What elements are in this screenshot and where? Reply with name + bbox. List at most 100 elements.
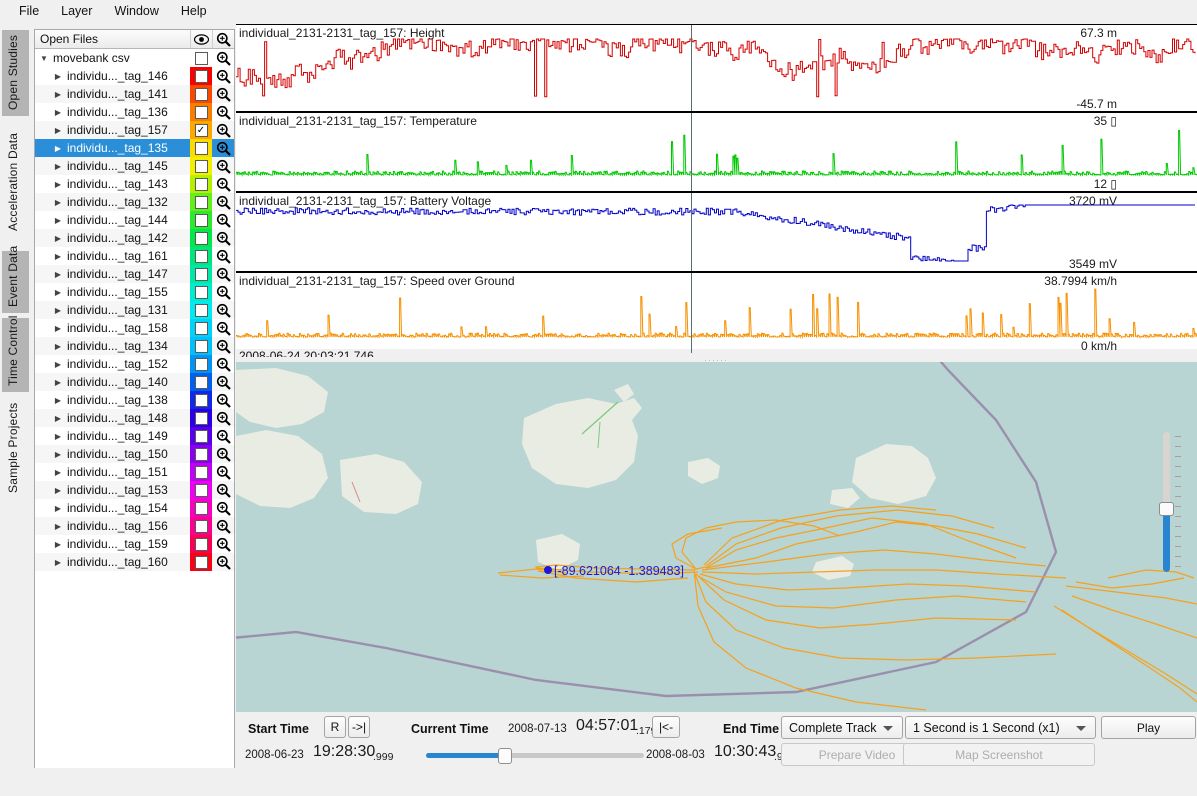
color-swatch[interactable]: [190, 85, 212, 103]
expand-triangle-icon[interactable]: ▶: [49, 324, 67, 333]
expand-triangle-icon[interactable]: ▶: [49, 504, 67, 513]
expand-triangle-icon[interactable]: ▶: [49, 468, 67, 477]
tree-item-row[interactable]: ▶individu..._tag_147: [35, 265, 234, 283]
open-files-tree[interactable]: ▼movebank csv▶individu..._tag_146▶indivi…: [35, 49, 234, 768]
zoom-to-row-icon[interactable]: [212, 445, 234, 463]
zoom-to-row-icon[interactable]: [212, 121, 234, 139]
zoom-to-row-icon[interactable]: [212, 193, 234, 211]
visibility-checkbox[interactable]: [195, 286, 208, 299]
menu-item-layer[interactable]: Layer: [50, 2, 103, 20]
tree-item-row[interactable]: ▶individu..._tag_160: [35, 553, 234, 571]
vertical-tab-sample-projects[interactable]: Sample Projects: [2, 396, 29, 500]
color-swatch[interactable]: [190, 553, 212, 571]
color-swatch[interactable]: [190, 517, 212, 535]
zoom-to-row-icon[interactable]: [212, 103, 234, 121]
menu-item-window[interactable]: Window: [103, 2, 169, 20]
visibility-checkbox[interactable]: [195, 250, 208, 263]
visibility-checkbox[interactable]: [195, 160, 208, 173]
chart-panel-speed-over-ground[interactable]: individual_2131-2131_tag_157: Speed over…: [236, 272, 1197, 354]
expand-triangle-icon[interactable]: ▶: [49, 378, 67, 387]
chart-time-cursor[interactable]: [691, 113, 692, 191]
color-swatch[interactable]: [190, 409, 212, 427]
color-swatch[interactable]: [190, 211, 212, 229]
color-swatch[interactable]: [190, 247, 212, 265]
visibility-checkbox[interactable]: [195, 214, 208, 227]
chart-panel-temperature[interactable]: individual_2131-2131_tag_157: Temperatur…: [236, 112, 1197, 192]
tree-item-row[interactable]: ▶individu..._tag_151: [35, 463, 234, 481]
color-swatch[interactable]: [190, 319, 212, 337]
color-swatch[interactable]: [190, 193, 212, 211]
zoom-to-row-icon[interactable]: [212, 247, 234, 265]
expand-triangle-icon[interactable]: ▶: [49, 414, 67, 423]
zoom-to-row-icon[interactable]: [212, 355, 234, 373]
visibility-checkbox[interactable]: [195, 178, 208, 191]
tree-root-row[interactable]: ▼movebank csv: [35, 49, 234, 67]
color-swatch[interactable]: [190, 535, 212, 553]
color-swatch[interactable]: ✓: [190, 121, 212, 139]
tree-item-row[interactable]: ▶individu..._tag_141: [35, 85, 234, 103]
visibility-checkbox[interactable]: [195, 142, 208, 155]
tree-item-row[interactable]: ▶individu..._tag_159: [35, 535, 234, 553]
color-swatch[interactable]: [190, 427, 212, 445]
tree-item-row[interactable]: ▶individu..._tag_144: [35, 211, 234, 229]
tree-item-row[interactable]: ▶individu..._tag_148: [35, 409, 234, 427]
color-swatch[interactable]: [190, 139, 212, 157]
visibility-checkbox[interactable]: [195, 412, 208, 425]
map-screenshot-button[interactable]: Map Screenshot: [903, 743, 1095, 766]
expand-triangle-icon[interactable]: ▶: [49, 558, 67, 567]
expand-triangle-icon[interactable]: ▶: [49, 360, 67, 369]
tree-item-row[interactable]: ▶individu..._tag_150: [35, 445, 234, 463]
tree-item-row[interactable]: ▶individu..._tag_135: [35, 139, 234, 157]
zoom-to-row-icon[interactable]: [212, 373, 234, 391]
vertical-tab-event-data[interactable]: Event Data: [2, 251, 29, 313]
color-swatch[interactable]: [190, 355, 212, 373]
chart-time-cursor[interactable]: [691, 273, 692, 353]
color-swatch[interactable]: [190, 463, 212, 481]
visibility-checkbox[interactable]: [195, 304, 208, 317]
color-swatch[interactable]: [190, 391, 212, 409]
tree-item-row[interactable]: ▶individu..._tag_146: [35, 67, 234, 85]
play-button[interactable]: Play: [1101, 716, 1196, 739]
expand-triangle-icon[interactable]: ▶: [49, 144, 67, 153]
visibility-checkbox[interactable]: [195, 232, 208, 245]
tree-item-row[interactable]: ▶individu..._tag_157✓: [35, 121, 234, 139]
expand-triangle-icon[interactable]: ▶: [49, 234, 67, 243]
expand-triangle-icon[interactable]: ▶: [49, 396, 67, 405]
tree-item-row[interactable]: ▶individu..._tag_140: [35, 373, 234, 391]
tree-item-row[interactable]: ▶individu..._tag_132: [35, 193, 234, 211]
visibility-checkbox[interactable]: [195, 106, 208, 119]
visibility-checkbox[interactable]: [195, 466, 208, 479]
tree-item-row[interactable]: ▶individu..._tag_161: [35, 247, 234, 265]
chart-panel-height[interactable]: individual_2131-2131_tag_157: Height67.3…: [236, 24, 1197, 112]
zoom-to-row-icon[interactable]: [212, 409, 234, 427]
tree-item-row[interactable]: ▶individu..._tag_149: [35, 427, 234, 445]
expand-triangle-icon[interactable]: ▶: [49, 450, 67, 459]
color-swatch[interactable]: [190, 481, 212, 499]
expand-triangle-icon[interactable]: ▶: [49, 162, 67, 171]
visibility-eye-icon[interactable]: [190, 30, 212, 48]
vertical-tab-acceleration-data[interactable]: Acceleration Data: [2, 118, 29, 246]
visibility-checkbox[interactable]: [195, 340, 208, 353]
track-select[interactable]: Complete Track: [781, 716, 903, 739]
tree-item-row[interactable]: ▶individu..._tag_155: [35, 283, 234, 301]
expand-triangle-icon[interactable]: ▶: [49, 180, 67, 189]
zoom-to-row-icon[interactable]: [212, 427, 234, 445]
timeline-slider-thumb[interactable]: [498, 748, 512, 764]
visibility-checkbox[interactable]: [195, 538, 208, 551]
expand-triangle-icon[interactable]: ▶: [49, 216, 67, 225]
visibility-checkbox[interactable]: [195, 268, 208, 281]
zoom-to-row-icon[interactable]: [212, 517, 234, 535]
expand-triangle-icon[interactable]: ▶: [49, 126, 67, 135]
chart-panel-battery-voltage[interactable]: individual_2131-2131_tag_157: Battery Vo…: [236, 192, 1197, 272]
visibility-checkbox[interactable]: [195, 520, 208, 533]
expand-triangle-icon[interactable]: ▶: [49, 342, 67, 351]
expand-triangle-icon[interactable]: ▶: [49, 522, 67, 531]
tree-item-row[interactable]: ▶individu..._tag_131: [35, 301, 234, 319]
zoom-to-row-icon[interactable]: [212, 211, 234, 229]
expand-triangle-icon[interactable]: ▶: [49, 72, 67, 81]
tree-item-row[interactable]: ▶individu..._tag_156: [35, 517, 234, 535]
visibility-checkbox[interactable]: [195, 52, 208, 65]
menu-item-help[interactable]: Help: [170, 2, 218, 20]
visibility-checkbox[interactable]: [195, 448, 208, 461]
tree-item-row[interactable]: ▶individu..._tag_134: [35, 337, 234, 355]
